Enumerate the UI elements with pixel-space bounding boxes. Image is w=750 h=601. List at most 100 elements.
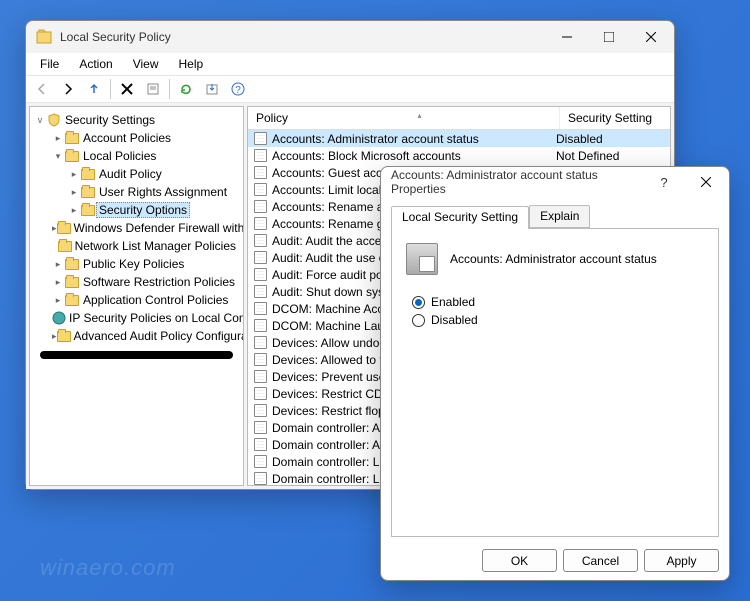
radio-disabled-label: Disabled [431,313,478,327]
column-policy[interactable]: Policy▴ [248,107,560,129]
dialog-titlebar[interactable]: Accounts: Administrator account status P… [381,167,729,197]
tree-label: IP Security Policies on Local Compute [66,311,244,325]
policy-item-icon [252,166,268,179]
tree-label: Network List Manager Policies [72,239,239,253]
maximize-button[interactable] [588,21,630,53]
properties-dialog: Accounts: Administrator account status P… [380,166,730,581]
policy-row[interactable]: Accounts: Block Microsoft accountsNot De… [248,147,670,164]
export-button[interactable] [200,77,224,101]
radio-enabled[interactable]: Enabled [412,295,704,309]
refresh-button[interactable] [174,77,198,101]
up-button[interactable] [82,77,106,101]
tree-root[interactable]: v Security Settings [32,111,241,129]
expand-icon[interactable]: ▸ [68,187,80,198]
titlebar[interactable]: Local Security Policy [26,21,674,53]
expand-icon[interactable]: ▸ [68,205,80,216]
shield-icon [46,113,62,127]
maximize-icon [604,32,614,42]
policy-item-icon [252,421,268,434]
apply-button[interactable]: Apply [644,549,719,572]
radio-disabled-input[interactable] [412,314,425,327]
policy-item-icon [252,319,268,332]
tree-label: Security Settings [62,113,158,127]
menu-file[interactable]: File [32,55,67,73]
dialog-help-button[interactable]: ? [643,167,685,197]
folder-icon [58,241,72,252]
delete-button[interactable] [115,77,139,101]
policy-item-icon [252,336,268,349]
refresh-icon [179,82,193,96]
tab-explain[interactable]: Explain [529,205,590,228]
policy-item-icon [252,217,268,230]
radio-disabled[interactable]: Disabled [412,313,704,327]
dialog-close-button[interactable] [685,167,727,197]
policy-name: Accounts: Administrator account status [268,132,556,146]
policy-row[interactable]: Accounts: Administrator account statusDi… [248,130,670,147]
export-icon [205,82,219,96]
help-icon: ? [231,82,245,96]
expand-icon[interactable]: ▸ [52,133,64,144]
policy-item-icon [252,132,268,145]
menu-view[interactable]: View [125,55,167,73]
tree-item[interactable]: ▸Security Options [32,201,241,219]
horizontal-scrollbar[interactable] [40,351,233,359]
forward-button[interactable] [56,77,80,101]
policy-item-icon [252,200,268,213]
folder-icon [64,259,80,270]
folder-icon [64,151,80,162]
tree-item[interactable]: ▸ Application Control Policies [32,291,241,309]
close-icon [701,177,711,187]
tab-strip: Local Security Setting Explain [391,205,719,228]
menu-help[interactable]: Help [171,55,212,73]
policy-item-icon [252,438,268,451]
menu-action[interactable]: Action [71,55,120,73]
properties-button[interactable] [141,77,165,101]
expand-icon[interactable]: ▸ [52,259,64,270]
help-button[interactable]: ? [226,77,250,101]
expand-icon[interactable]: ▸ [52,277,64,288]
expand-icon[interactable]: ▸ [68,169,80,180]
policy-name: Accounts: Administrator account status [450,252,657,266]
folder-icon [80,169,96,180]
close-icon [646,32,656,42]
tree-label: Application Control Policies [80,293,231,307]
folder-icon [52,311,66,325]
policy-item-icon [252,149,268,162]
tree-item[interactable]: Network List Manager Policies [32,237,241,255]
tree-item[interactable]: ▸ Account Policies [32,129,241,147]
radio-enabled-input[interactable] [412,296,425,309]
expand-icon[interactable]: ▾ [52,151,64,162]
tree-item[interactable]: ▸Advanced Audit Policy Configuration [32,327,241,345]
tree-item[interactable]: ▸Public Key Policies [32,255,241,273]
tab-local-security-setting[interactable]: Local Security Setting [391,206,529,229]
toolbar-separator [110,79,111,99]
ok-button[interactable]: OK [482,549,557,572]
help-icon: ? [660,175,667,190]
dialog-button-row: OK Cancel Apply [381,541,729,580]
folder-icon [64,133,80,144]
up-icon [87,82,101,96]
policy-item-icon [252,285,268,298]
tree-label: Account Policies [80,131,174,145]
expand-icon[interactable]: v [34,115,46,125]
sort-indicator-icon: ▴ [418,111,422,125]
cancel-button[interactable]: Cancel [563,549,638,572]
policy-item-icon [252,302,268,315]
tree-item[interactable]: IP Security Policies on Local Compute [32,309,241,327]
tree-item[interactable]: ▸User Rights Assignment [32,183,241,201]
folder-icon [57,331,71,342]
tree-pane[interactable]: v Security Settings ▸ Account Policies ▾Loca… [29,106,244,486]
close-button[interactable] [630,21,672,53]
column-setting[interactable]: Security Setting [560,107,670,129]
tree-item[interactable]: ▾Local Policies [32,147,241,165]
policy-item-icon [252,387,268,400]
policy-icon [406,243,438,275]
tree-item[interactable]: ▸Audit Policy [32,165,241,183]
folder-icon [64,277,80,288]
minimize-button[interactable] [546,21,588,53]
tree-item[interactable]: ▸Windows Defender Firewall with Adva [32,219,241,237]
tree-item[interactable]: ▸Software Restriction Policies [32,273,241,291]
policy-item-icon [252,183,268,196]
expand-icon[interactable]: ▸ [52,295,64,306]
policy-item-icon [252,455,268,468]
